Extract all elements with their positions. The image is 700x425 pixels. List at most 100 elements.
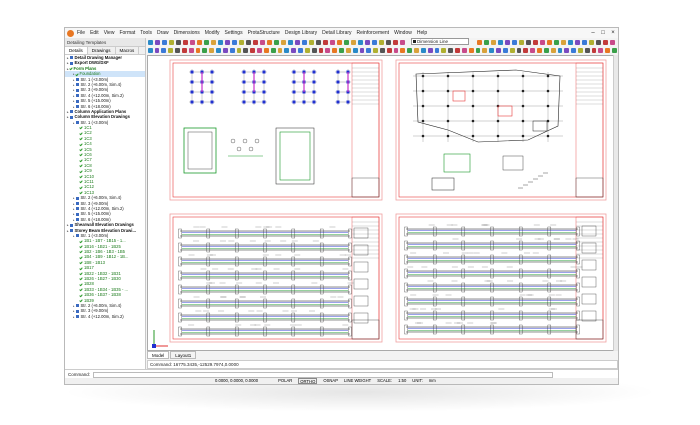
toolbar-tool-icon[interactable] [434,47,440,53]
expand-icon[interactable]: ▸ [73,88,75,92]
drawing-canvas[interactable] [147,55,618,351]
toolbar-tool-icon[interactable] [477,39,482,45]
toolbar-tool-icon[interactable] [218,39,223,45]
toolbar-tool-icon[interactable] [605,47,611,53]
toolbar-tool-icon[interactable] [358,39,363,45]
toolbar-tool-icon[interactable] [584,47,590,53]
toolbar-tool-icon[interactable] [197,39,202,45]
toolbar-tool-icon[interactable] [274,39,279,45]
toolbar-tool-icon[interactable] [281,39,286,45]
toolbar-tool-icon[interactable] [332,47,338,53]
toolbar-tool-icon[interactable] [393,47,399,53]
command-input[interactable] [93,371,554,378]
status-toggle[interactable]: ORTHO [298,378,318,384]
close-icon[interactable]: × [608,30,618,36]
toolbar-tool-icon[interactable] [246,39,251,45]
toolbar-tool-icon[interactable] [311,47,317,53]
toolbar-tool-icon[interactable] [505,39,510,45]
toolbar-tool-icon[interactable] [318,47,324,53]
status-toggle[interactable]: LINE WEIGHT [344,378,371,384]
status-toggle[interactable]: POLAR [278,378,292,384]
expand-icon[interactable]: ▸ [67,229,69,233]
toolbar-tool-icon[interactable] [277,47,283,53]
toolbar-tool-icon[interactable] [161,47,167,53]
toolbar-tool-icon[interactable] [183,39,188,45]
toolbar-tool-icon[interactable] [379,47,385,53]
toolbar-tool-icon[interactable] [365,39,370,45]
toolbar-tool-icon[interactable] [414,47,419,53]
toolbar-tool-icon[interactable] [420,47,426,53]
toolbar-tool-icon[interactable] [325,47,331,53]
toolbar-tool-icon[interactable] [236,47,242,53]
toolbar-tool-icon[interactable] [188,47,194,53]
toolbar-tool-icon[interactable] [260,39,265,45]
toolbar-tool-icon[interactable] [169,39,174,45]
expand-icon[interactable]: ▸ [73,309,75,313]
maximize-icon[interactable]: □ [598,30,608,36]
toolbar-tool-icon[interactable] [154,47,160,53]
toolbar-tool-icon[interactable] [162,39,167,45]
toolbar-tool-icon[interactable] [257,47,262,53]
toolbar-tool-icon[interactable] [373,47,378,53]
menu-window[interactable]: Window [394,30,412,36]
menu-view[interactable]: View [104,30,115,36]
toolbar-tool-icon[interactable] [168,47,174,53]
expand-icon[interactable]: ▸ [73,202,75,206]
toolbar-tool-icon[interactable] [441,47,447,53]
toolbar-tool-icon[interactable] [557,47,563,53]
toolbar-tool-icon[interactable] [295,39,300,45]
toolbar-tool-icon[interactable] [379,39,384,45]
toolbar-tool-icon[interactable] [253,39,258,45]
menu-file[interactable]: File [77,30,85,36]
expand-icon[interactable]: ▸ [73,99,75,103]
toolbar-tool-icon[interactable] [400,39,405,45]
expand-icon[interactable]: ▸ [67,61,69,65]
toolbar-tool-icon[interactable] [407,47,413,53]
toolbar-tool-icon[interactable] [298,47,303,53]
toolbar-tool-icon[interactable] [239,39,244,45]
toolbar-tool-icon[interactable] [232,39,237,45]
toolbar-tool-icon[interactable] [337,39,342,45]
toolbar-tool-icon[interactable] [554,39,559,45]
toolbar-tool-icon[interactable] [598,47,604,53]
expand-icon[interactable]: ▸ [73,94,75,98]
toolbar-tool-icon[interactable] [561,39,566,45]
toolbar-tool-icon[interactable] [302,39,307,45]
toolbar-tool-icon[interactable] [372,39,377,45]
expand-icon[interactable]: ▸ [67,115,69,119]
toolbar-tool-icon[interactable] [575,39,580,45]
toolbar-tool-icon[interactable] [270,47,276,53]
toolbar-tool-icon[interactable] [263,47,269,53]
toolbar-tool-icon[interactable] [204,39,209,45]
expand-icon[interactable]: ▸ [73,212,75,216]
toolbar-tool-icon[interactable] [512,39,517,45]
toolbar-tool-icon[interactable] [427,47,433,53]
toolbar-tool-icon[interactable] [195,47,201,53]
expand-icon[interactable]: ▸ [73,83,75,87]
toolbar-tool-icon[interactable] [530,47,536,53]
toolbar-tool-icon[interactable] [612,47,617,53]
toolbar-tool-icon[interactable] [543,47,549,53]
toolbar-tool-icon[interactable] [589,39,594,45]
menu-reinforcement[interactable]: Reinforcement [357,30,390,36]
toolbar-tool-icon[interactable] [596,39,601,45]
toolbar-tool-icon[interactable] [526,39,531,45]
toolbar-tool-icon[interactable] [211,39,216,45]
toolbar-tool-icon[interactable] [509,47,515,53]
tab-model[interactable]: Model [147,351,170,359]
expand-icon[interactable]: ▸ [73,207,75,211]
toolbar-tool-icon[interactable] [216,47,221,53]
toolbar-tool-icon[interactable] [475,47,481,53]
toolbar-tool-icon[interactable] [202,47,208,53]
toolbar-tool-icon[interactable] [352,47,358,53]
menu-help[interactable]: Help [417,30,427,36]
toolbar-tool-icon[interactable] [603,39,608,45]
toolbar-tool-icon[interactable] [461,47,467,53]
expand-icon[interactable]: ▸ [67,110,69,114]
toolbar-tool-icon[interactable] [267,39,272,45]
toolbar-tool-icon[interactable] [386,47,392,53]
toolbar-tool-icon[interactable] [519,39,524,45]
expand-icon[interactable]: ▸ [73,304,75,308]
toolbar-tool-icon[interactable] [366,47,372,53]
tree-item[interactable]: ▸ Str. 4 (+12.00m, Sim.2) [65,314,145,319]
